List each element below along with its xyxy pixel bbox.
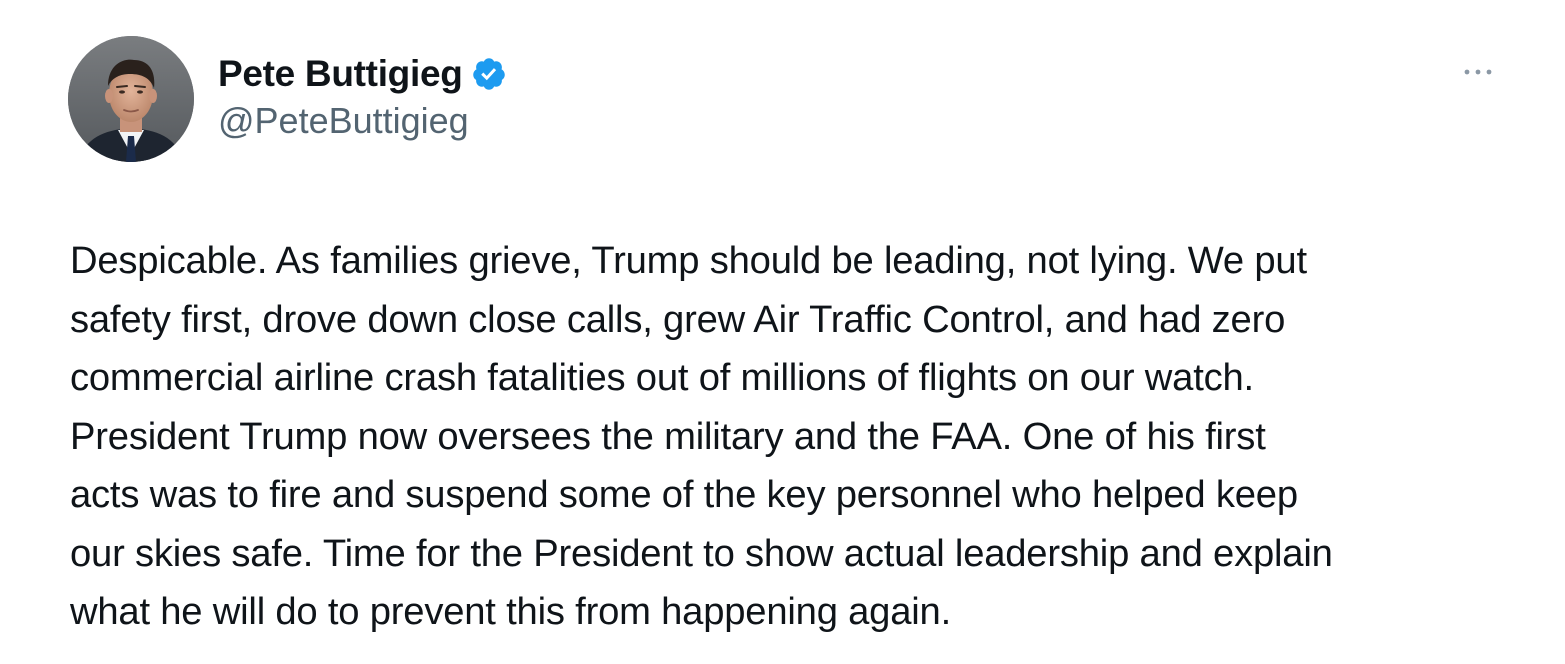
profile-photo: [68, 36, 194, 162]
author-display-name[interactable]: Pete Buttigieg: [218, 53, 463, 95]
more-options-icon: [1464, 69, 1492, 75]
author-name-row: Pete Buttigieg: [218, 52, 507, 96]
tweet-card: Pete Buttigieg @PeteButtigieg Despicable…: [0, 0, 1565, 664]
verified-badge-icon: [471, 56, 507, 92]
avatar[interactable]: [68, 36, 194, 162]
tweet-text: Despicable. As families grieve, Trump sh…: [70, 239, 1333, 633]
author-handle[interactable]: @PeteButtigieg: [218, 100, 469, 142]
more-options-button[interactable]: [1460, 60, 1496, 84]
